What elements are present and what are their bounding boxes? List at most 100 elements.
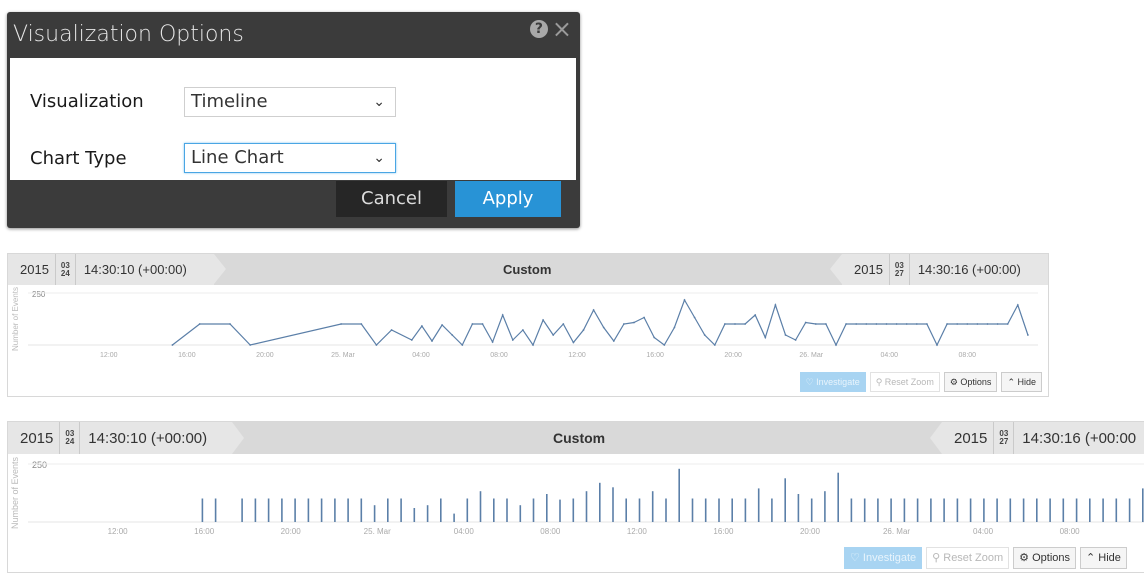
bar-chart[interactable]: Number of Events 250 12:00 16:00 20:00 25. Ma… (8, 454, 1144, 542)
line-point (441, 324, 443, 326)
visualization-label: Visualization (30, 91, 144, 112)
end-time: 14:30:16 (+00:00) (917, 262, 1021, 277)
bar (453, 513, 455, 522)
bar (532, 498, 535, 522)
line-point (663, 344, 666, 346)
range-start[interactable]: 2015 03 24 14:30:10 (+00:00) (8, 254, 214, 285)
range-mode[interactable]: Custom (503, 254, 551, 285)
dialog-title-icons: ? × (529, 17, 572, 41)
visualization-select-value: Timeline (191, 91, 268, 112)
x-tick-label: 12:00 (100, 352, 118, 359)
line-point (966, 323, 969, 325)
bar (440, 498, 442, 522)
hide-button[interactable]: ⌃ Hide (1001, 372, 1042, 392)
search-icon: ⚲ (932, 552, 944, 564)
time-range-bar: 2015 03 24 14:30:10 (+00:00) Custom 2015… (8, 422, 1144, 454)
line-chart[interactable]: Number of Events 250 12:00 16:00 20:00 25. Ma… (8, 285, 1048, 365)
line-point (784, 334, 787, 336)
bar (466, 498, 469, 522)
investigate-button[interactable]: ♡ Investigate (799, 372, 866, 392)
hide-button[interactable]: ⌃ Hide (1080, 547, 1127, 569)
bar (625, 498, 627, 522)
x-tick-label: 20:00 (724, 352, 742, 359)
range-end[interactable]: 2015 03 27 14:30:16 (+00:00 (942, 422, 1144, 454)
hide-label: Hide (1098, 552, 1121, 564)
visualization-select[interactable]: Timeline ⌄ (184, 87, 396, 117)
end-month-day: 03 27 (993, 422, 1015, 454)
options-label: Options (1032, 552, 1071, 564)
bar (479, 491, 482, 522)
chart-type-label: Chart Type (30, 148, 127, 169)
chevron-up-icon: ⌃ (1007, 377, 1018, 387)
x-tick-label: 08:00 (540, 527, 561, 536)
bar (347, 498, 349, 522)
x-tick-label: 26. Mar (799, 352, 823, 359)
options-button[interactable]: ⚙ Options (943, 372, 998, 392)
reset-zoom-button[interactable]: ⚲ Reset Zoom (926, 547, 1010, 569)
timeline-panel-line: 2015 03 24 14:30:10 (+00:00) Custom 2015… (7, 253, 1049, 397)
line-point (340, 323, 342, 325)
start-year: 2015 (20, 429, 54, 447)
bar (400, 498, 402, 522)
line-point (431, 340, 433, 342)
chart-type-select[interactable]: Line Chart ⌄ (184, 143, 396, 173)
investigate-button[interactable]: ♡ Investigate (844, 547, 923, 569)
line-point (511, 339, 514, 341)
bar (810, 498, 813, 522)
bar (691, 498, 694, 522)
investigate-label: Investigate (816, 377, 860, 387)
x-tick-label: 08:00 (959, 352, 977, 359)
help-icon[interactable]: ? (529, 20, 548, 38)
timeline-panel-bar: 2015 03 24 14:30:10 (+00:00) Custom 2015… (7, 421, 1144, 573)
line-point (643, 316, 645, 319)
bar (519, 505, 522, 522)
reset-zoom-label: Reset Zoom (884, 377, 934, 387)
line-point (592, 309, 595, 311)
search-icon: ⚲ (875, 377, 885, 387)
bar (744, 498, 747, 522)
cancel-button[interactable]: Cancel (336, 181, 447, 217)
line-point (825, 323, 827, 325)
range-mode[interactable]: Custom (553, 422, 605, 454)
start-month-day: 03 24 (59, 422, 81, 454)
bar (1089, 498, 1091, 522)
bar (797, 494, 800, 522)
bar (877, 498, 879, 522)
x-tick-label: 20:00 (256, 352, 274, 359)
y-axis-max-label: 250 (32, 290, 46, 299)
x-tick-label: 04:00 (412, 352, 430, 359)
gear-icon: ⚙ (1019, 552, 1033, 564)
bar (360, 498, 363, 522)
line-point (249, 344, 252, 346)
apply-button[interactable]: Apply (455, 181, 561, 217)
options-button[interactable]: ⚙ Options (1013, 547, 1077, 569)
end-day: 27 (894, 268, 904, 278)
start-day: 24 (60, 268, 70, 278)
start-day: 24 (65, 437, 75, 446)
bar (546, 494, 548, 522)
range-start[interactable]: 2015 03 24 14:30:10 (+00:00) (8, 422, 232, 454)
line-point (522, 329, 524, 331)
y-axis-label: Number of Events (10, 456, 20, 529)
line-point (926, 323, 928, 325)
line-point (855, 323, 858, 325)
investigate-label: Investigate (862, 552, 917, 564)
line-point (1027, 334, 1029, 336)
bar (863, 498, 866, 522)
line-point (552, 334, 555, 336)
bar (731, 498, 733, 522)
line-point (542, 319, 544, 321)
bar (559, 499, 561, 522)
line-point (491, 341, 494, 343)
bar (1049, 498, 1051, 522)
bar (704, 498, 707, 522)
range-end[interactable]: 2015 03 27 14:30:16 (+00:00) (842, 254, 1048, 285)
bar (665, 498, 667, 522)
bar (241, 498, 243, 522)
x-tick-label: 20:00 (800, 527, 821, 536)
x-tick-label: 12:00 (108, 527, 129, 536)
bar (1128, 498, 1131, 522)
close-icon[interactable]: × (552, 17, 572, 41)
x-tick-label: 20:00 (281, 527, 302, 536)
reset-zoom-button[interactable]: ⚲ Reset Zoom (869, 372, 940, 392)
